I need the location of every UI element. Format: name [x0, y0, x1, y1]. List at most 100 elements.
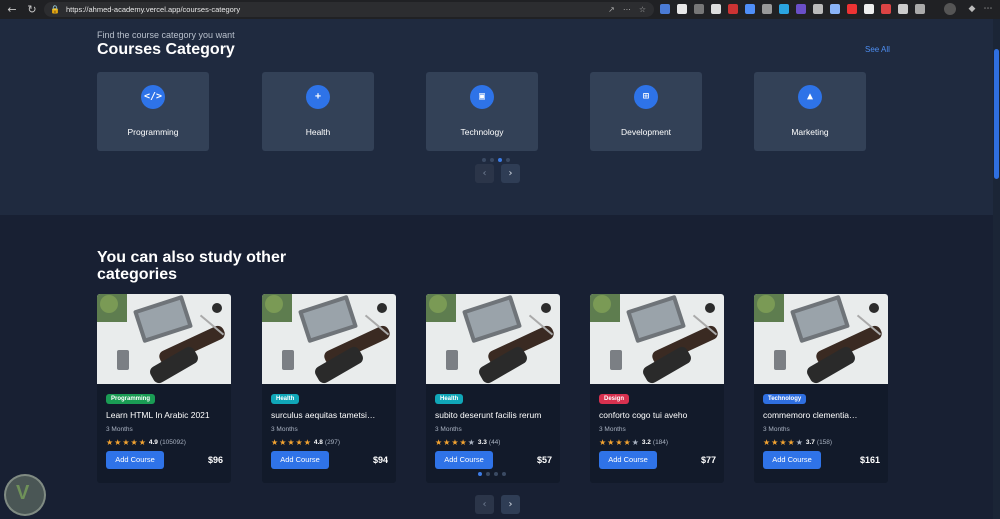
star-icon: ★ — [459, 438, 467, 447]
course-price: $94 — [372, 455, 388, 465]
carousel-dot[interactable] — [482, 158, 486, 162]
extensions-bar — [660, 4, 925, 14]
lock-icon: 🔒 — [50, 5, 60, 14]
watermark-v-icon: V — [16, 482, 30, 504]
review-count: (105092) — [159, 439, 186, 446]
scrollbar[interactable] — [993, 19, 1000, 519]
extension-icon[interactable] — [796, 4, 806, 14]
menu-icon[interactable]: ⋯ — [982, 3, 994, 15]
course-rating: ★ ★ ★ ★ ★ 4.8 (297) — [271, 438, 340, 447]
book-plus-icon: ⊞ — [634, 85, 658, 109]
course-thumbnail — [426, 294, 560, 384]
category-badge: Design — [599, 394, 630, 404]
extension-icon[interactable] — [711, 4, 721, 14]
carousel-prev-button[interactable]: ‹ — [475, 495, 494, 514]
extension-icon[interactable] — [728, 4, 738, 14]
category-label: Marketing — [791, 127, 829, 137]
star-icon: ★ — [295, 438, 303, 447]
course-card[interactable]: Technology commemoro clementia… 3 Months… — [754, 294, 888, 483]
carousel-prev-button[interactable]: ‹ — [475, 164, 494, 183]
extension-icon[interactable] — [813, 4, 823, 14]
course-price: $77 — [700, 455, 716, 465]
category-card-development[interactable]: ⊞ Development — [590, 72, 702, 151]
star-icon: ★ — [138, 438, 146, 447]
category-badge: Health — [435, 394, 464, 404]
course-card[interactable]: Programming Learn HTML In Arabic 2021 3 … — [97, 294, 231, 483]
course-card[interactable]: Health surculus aequitas tametsi… 3 Mont… — [262, 294, 396, 483]
extension-icon[interactable] — [660, 4, 670, 14]
more-icon[interactable]: ⋯ — [623, 5, 631, 14]
carousel-dot[interactable] — [502, 472, 506, 476]
course-thumbnail — [97, 294, 231, 384]
course-thumbnail — [262, 294, 396, 384]
category-label: Health — [305, 127, 331, 137]
reload-icon[interactable]: ↻ — [24, 2, 40, 18]
extension-icon[interactable] — [898, 4, 908, 14]
category-card-health[interactable]: + Health — [262, 72, 374, 151]
carousel-next-button[interactable]: › — [501, 164, 520, 183]
rating-value: 4.9 — [148, 439, 158, 446]
course-card[interactable]: Design conforto cogo tui aveho 3 Months … — [590, 294, 724, 483]
carousel-dot[interactable] — [490, 158, 494, 162]
extension-icon[interactable] — [762, 4, 772, 14]
rating-value: 3.3 — [477, 439, 487, 446]
add-course-button[interactable]: Add Course — [763, 451, 821, 469]
extension-icon[interactable] — [864, 4, 874, 14]
browser-toolbar: ← ↻ 🔒 https://ahmed-academy.vercel.app/c… — [0, 0, 1000, 19]
add-course-button[interactable]: Add Course — [106, 451, 164, 469]
address-bar[interactable]: 🔒 https://ahmed-academy.vercel.app/cours… — [44, 2, 654, 17]
copilot-icon[interactable]: ◆ — [966, 3, 978, 15]
course-card[interactable]: Health subito deserunt facilis rerum 3 M… — [426, 294, 560, 483]
star-icon: ★ — [771, 438, 779, 447]
category-card-technology[interactable]: ▣ Technology — [426, 72, 538, 151]
share-icon[interactable]: ↗ — [608, 5, 615, 14]
carousel-next-button[interactable]: › — [501, 495, 520, 514]
star-icon: ★ — [615, 438, 623, 447]
star-icon: ★ — [122, 438, 130, 447]
star-icon: ★ — [451, 438, 459, 447]
section-subtitle: Find the course category you want — [97, 30, 235, 40]
extension-icon[interactable] — [915, 4, 925, 14]
extension-icon[interactable] — [779, 4, 789, 14]
carousel-dot[interactable] — [494, 472, 498, 476]
category-label: Technology — [460, 127, 504, 137]
scrollbar-thumb[interactable] — [994, 49, 999, 179]
add-course-button[interactable]: Add Course — [599, 451, 657, 469]
bookmark-star-icon[interactable]: ☆ — [639, 5, 646, 14]
rating-value: 3.2 — [641, 439, 651, 446]
course-price: $57 — [536, 455, 552, 465]
course-title: subito deserunt facilis rerum — [435, 410, 542, 420]
courses-category-section: Find the course category you want Course… — [0, 19, 993, 215]
chevron-right-icon: › — [508, 499, 513, 510]
page-title: Courses Category — [97, 41, 235, 58]
star-empty-icon: ★ — [795, 438, 803, 447]
review-count: (184) — [652, 439, 669, 446]
review-count: (44) — [488, 439, 501, 446]
extension-icon[interactable] — [830, 4, 840, 14]
extension-icon[interactable] — [677, 4, 687, 14]
extension-icon[interactable] — [881, 4, 891, 14]
star-icon: ★ — [607, 438, 615, 447]
back-icon[interactable]: ← — [4, 2, 20, 18]
profile-avatar[interactable] — [944, 3, 956, 15]
category-card-marketing[interactable]: ▲ Marketing — [754, 72, 866, 151]
star-icon: ★ — [623, 438, 631, 447]
extension-icon[interactable] — [694, 4, 704, 14]
carousel-dot[interactable] — [486, 472, 490, 476]
star-empty-icon: ★ — [631, 438, 639, 447]
course-duration: 3 Months — [435, 426, 462, 433]
extension-icon[interactable] — [745, 4, 755, 14]
star-icon: ★ — [443, 438, 451, 447]
extension-icon[interactable] — [847, 4, 857, 14]
carousel-dot-active[interactable] — [478, 472, 482, 476]
carousel-dots — [478, 472, 506, 476]
star-icon: ★ — [599, 438, 607, 447]
carousel-dot-active[interactable] — [498, 158, 502, 162]
add-course-button[interactable]: Add Course — [435, 451, 493, 469]
category-label: Development — [620, 127, 672, 137]
add-course-button[interactable]: Add Course — [271, 451, 329, 469]
rating-value: 4.8 — [313, 439, 323, 446]
category-card-programming[interactable]: </> Programming — [97, 72, 209, 151]
carousel-dot[interactable] — [506, 158, 510, 162]
see-all-link[interactable]: See All — [865, 45, 890, 54]
